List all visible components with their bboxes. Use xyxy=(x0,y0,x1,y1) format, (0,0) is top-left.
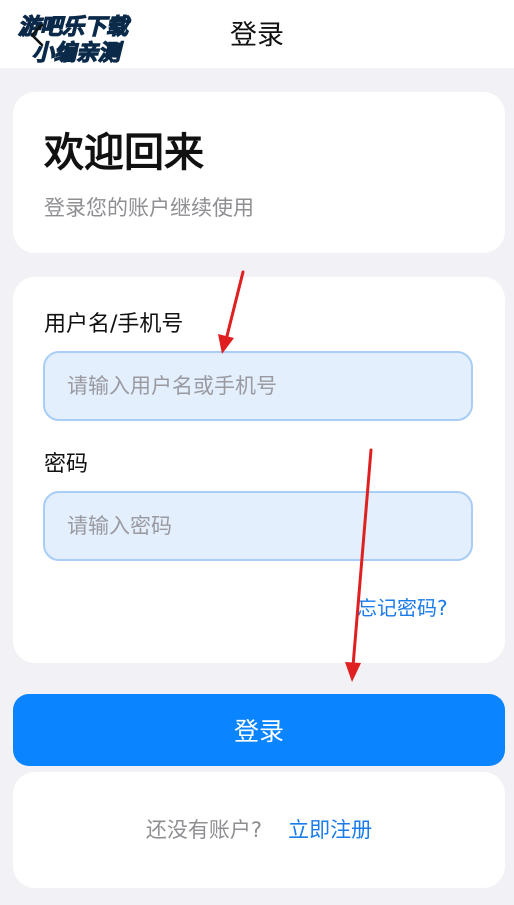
welcome-subtitle: 登录您的账户继续使用 xyxy=(44,196,254,220)
page-title: 登录 xyxy=(230,20,284,51)
top-navigation-bar: 游吧乐下载 小编亲测 登录 xyxy=(0,0,514,68)
register-link[interactable]: 立即注册 xyxy=(288,818,372,842)
welcome-title: 欢迎回来 xyxy=(44,130,204,176)
password-input[interactable] xyxy=(43,491,473,561)
login-button[interactable]: 登录 xyxy=(13,694,505,766)
username-label: 用户名/手机号 xyxy=(44,312,184,337)
welcome-card: 欢迎回来 登录您的账户继续使用 xyxy=(13,92,505,253)
register-prompt: 还没有账户? xyxy=(145,818,263,842)
register-card: 还没有账户? 立即注册 xyxy=(13,772,505,888)
register-row: 还没有账户? 立即注册 xyxy=(13,814,505,846)
login-form-card: 用户名/手机号 密码 忘记密码? xyxy=(13,277,505,663)
password-label: 密码 xyxy=(44,452,89,477)
username-input[interactable] xyxy=(43,351,473,421)
forgot-password-link[interactable]: 忘记密码? xyxy=(357,593,448,623)
